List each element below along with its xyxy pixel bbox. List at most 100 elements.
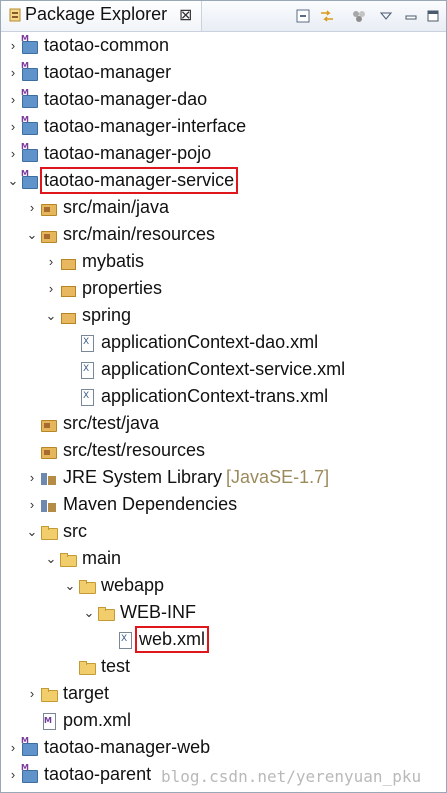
tree-item[interactable]: web.xml	[100, 626, 210, 653]
tree-item[interactable]: › taotao-manager-web	[5, 734, 212, 761]
minimize-icon[interactable]	[401, 6, 421, 26]
pom-file-icon	[40, 712, 58, 730]
collapse-arrow-icon[interactable]: ⌄	[24, 524, 40, 540]
tree-item-label: taotao-manager-service	[39, 167, 239, 194]
collapse-arrow-icon[interactable]: ⌄	[43, 551, 59, 567]
maven-project-icon	[21, 34, 39, 55]
tree-item-label: taotao-manager-dao	[44, 89, 208, 109]
tree-item-label: test	[101, 656, 131, 676]
collapse-arrow-icon[interactable]: ⌄	[62, 578, 78, 594]
expand-arrow-icon[interactable]: ›	[5, 119, 21, 135]
close-icon[interactable]: ⊠	[179, 5, 192, 25]
tree-item-label: JRE System Library	[63, 467, 223, 487]
tree-item-label: taotao-common	[44, 35, 170, 55]
expand-arrow-icon[interactable]: ›	[43, 281, 59, 297]
tree-item[interactable]: › taotao-manager-dao	[5, 86, 209, 113]
link-with-editor-icon[interactable]	[317, 6, 337, 26]
tree-item[interactable]: › taotao-parent	[5, 761, 153, 788]
tree-item-label: taotao-manager-web	[44, 737, 211, 757]
tree-item-label: applicationContext-trans.xml	[101, 386, 329, 406]
tree-item-label: taotao-manager	[44, 62, 172, 82]
library-icon	[40, 469, 58, 487]
maximize-icon[interactable]	[423, 6, 443, 26]
tree-item[interactable]: ⌄ WEB-INF	[81, 599, 198, 626]
tree-item[interactable]: ⌄ taotao-manager-service	[5, 167, 239, 194]
view-header: Package Explorer ⊠	[1, 1, 446, 32]
maven-project-icon	[21, 115, 39, 136]
view-menu-icon[interactable]	[376, 6, 396, 26]
package-explorer-view: Package Explorer ⊠ › taotao-common › taotao…	[0, 0, 447, 793]
tree-item[interactable]: ⌄ src	[24, 518, 89, 545]
tree-item[interactable]: src/test/java	[24, 410, 161, 437]
maven-project-icon	[21, 763, 39, 784]
collapse-all-icon[interactable]	[293, 6, 313, 26]
tree-item[interactable]: › Maven Dependencies	[24, 491, 239, 518]
maven-project-icon	[21, 88, 39, 109]
maven-project-icon	[21, 736, 39, 757]
folder-icon	[78, 658, 96, 676]
tree-item[interactable]: ⌄ spring	[43, 302, 133, 329]
library-icon	[40, 496, 58, 514]
xml-file-icon	[78, 361, 96, 379]
tree-item[interactable]: › properties	[43, 275, 164, 302]
expand-arrow-icon[interactable]: ›	[5, 65, 21, 81]
expand-arrow-icon[interactable]: ›	[5, 92, 21, 108]
tree-item-label: applicationContext-dao.xml	[101, 332, 319, 352]
tree-item-label: properties	[82, 278, 163, 298]
tree-item[interactable]: test	[62, 653, 132, 680]
folder-icon	[59, 550, 77, 568]
tree-item-label: mybatis	[82, 251, 145, 271]
collapse-arrow-icon[interactable]: ⌄	[5, 173, 21, 189]
expand-arrow-icon[interactable]: ›	[24, 200, 40, 216]
folder-icon	[40, 685, 58, 703]
tree-item[interactable]: › src/main/java	[24, 194, 171, 221]
tree-item[interactable]: ⌄ src/main/resources	[24, 221, 217, 248]
tree-item[interactable]: › JRE System Library [JavaSE-1.7]	[24, 464, 331, 491]
tab-package-explorer[interactable]: Package Explorer ⊠	[1, 1, 202, 31]
tree-item[interactable]: applicationContext-service.xml	[62, 356, 347, 383]
source-folder-icon	[40, 442, 58, 460]
expand-arrow-icon[interactable]: ›	[5, 767, 21, 783]
tree-item[interactable]: ⌄ main	[43, 545, 123, 572]
tree-item[interactable]: src/test/resources	[24, 437, 207, 464]
expand-arrow-icon[interactable]: ›	[5, 38, 21, 54]
collapse-arrow-icon[interactable]: ⌄	[81, 605, 97, 621]
package-icon	[59, 307, 77, 325]
collapse-arrow-icon[interactable]: ⌄	[24, 227, 40, 243]
tree-item-label: web.xml	[134, 626, 210, 653]
package-icon	[59, 280, 77, 298]
tree-item-label: src	[63, 521, 87, 541]
tree-item[interactable]: applicationContext-dao.xml	[62, 329, 320, 356]
tree-item[interactable]: ⌄ webapp	[62, 572, 166, 599]
tree-item-label: src/main/resources	[63, 224, 216, 244]
collapse-arrow-icon[interactable]: ⌄	[43, 308, 59, 324]
xml-file-icon	[116, 631, 134, 649]
tree-item-label: src/main/java	[63, 197, 170, 217]
tree-item-label: taotao-manager-pojo	[44, 143, 212, 163]
source-folder-icon	[40, 226, 58, 244]
expand-arrow-icon[interactable]: ›	[43, 254, 59, 270]
focus-icon[interactable]	[349, 6, 369, 26]
expand-arrow-icon[interactable]: ›	[24, 470, 40, 486]
expand-arrow-icon[interactable]: ›	[5, 146, 21, 162]
tree-item[interactable]: › taotao-common	[5, 32, 171, 59]
xml-file-icon	[78, 388, 96, 406]
tree-item[interactable]: applicationContext-trans.xml	[62, 383, 330, 410]
tree-item[interactable]: › taotao-manager-interface	[5, 113, 248, 140]
tree-item-label: taotao-manager-interface	[44, 116, 247, 136]
expand-arrow-icon[interactable]: ›	[5, 740, 21, 756]
tree-item[interactable]: › taotao-manager	[5, 59, 173, 86]
tree-item[interactable]: › mybatis	[43, 248, 146, 275]
tree-item-label: src/test/resources	[63, 440, 206, 460]
tree-item[interactable]: › target	[24, 680, 111, 707]
folder-icon	[40, 523, 58, 541]
tree-item-label: target	[63, 683, 110, 703]
expand-arrow-icon[interactable]: ›	[24, 497, 40, 513]
package-icon	[59, 253, 77, 271]
tree-item-label: Maven Dependencies	[63, 494, 238, 514]
view-title: Package Explorer	[25, 4, 168, 24]
expand-arrow-icon[interactable]: ›	[24, 686, 40, 702]
tree-item[interactable]: › taotao-manager-pojo	[5, 140, 213, 167]
tree-item[interactable]: pom.xml	[24, 707, 133, 734]
folder-icon	[97, 604, 115, 622]
